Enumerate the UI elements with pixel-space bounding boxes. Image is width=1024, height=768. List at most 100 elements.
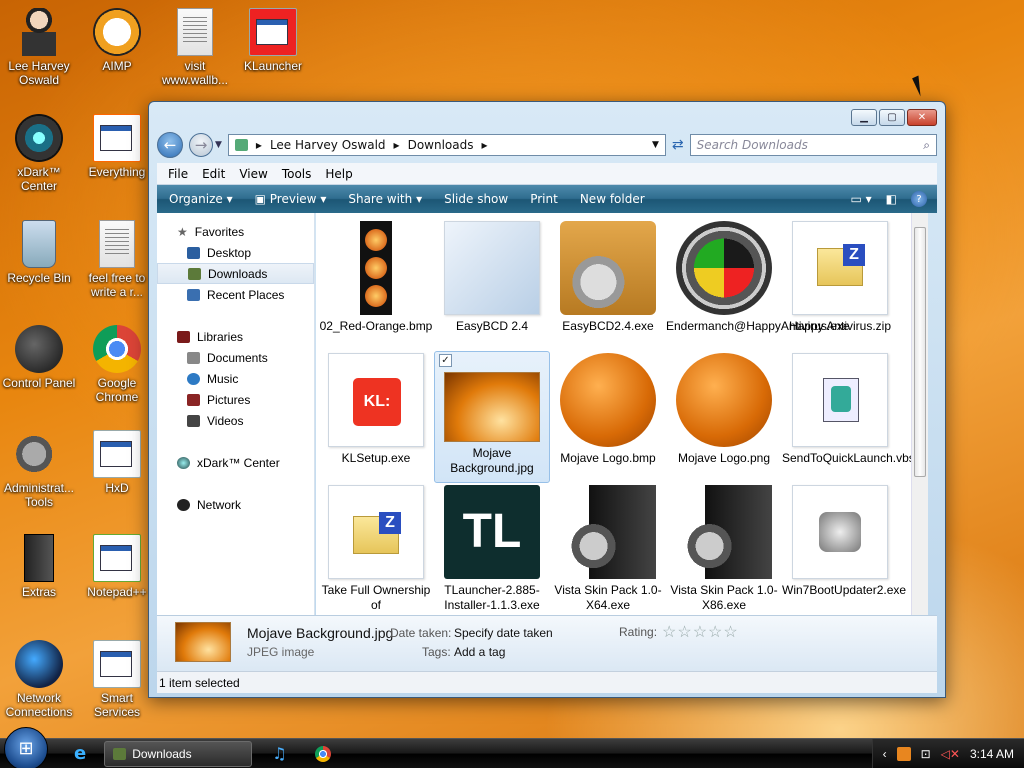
preview-button[interactable]: ▣ Preview ▾ [245,192,337,206]
start-button[interactable]: ⊞ [4,726,48,768]
back-button[interactable]: ← [157,132,183,158]
desktop-icon-notepadpp[interactable]: Notepad++ [78,534,156,599]
clock[interactable]: 3:14 AM [970,747,1014,761]
file-item-selected[interactable]: ✓ Mojave Background.jpg [434,351,550,483]
file-item[interactable]: TL TLauncher-2.885-Installer-1.1.3.exe [434,483,550,613]
maximize-button[interactable]: ▢ [879,109,905,126]
close-button[interactable]: ✕ [907,109,937,126]
desktop-icon-extras[interactable]: Extras [0,534,78,599]
nav-network[interactable]: Network [157,494,314,515]
breadcrumb-separator-icon[interactable]: ▸ [481,138,487,152]
boot-updater-icon [792,485,888,579]
organize-button[interactable]: Organize ▾ [159,192,243,206]
print-button[interactable]: Print [520,192,568,206]
forward-button[interactable]: → [189,133,213,157]
file-item[interactable]: KL: KLSetup.exe [318,351,434,466]
desktop-icon-everything[interactable]: Everything [78,114,156,179]
desktop-icon-xdark-center[interactable]: xDark™ Center [0,114,78,193]
tray-app-icon[interactable] [896,746,911,761]
desktop-icon-google-chrome[interactable]: Google Chrome [78,325,156,404]
scrollbar-thumb[interactable] [914,227,926,477]
file-item[interactable]: SendToQuickLaunch.vbs [782,351,915,466]
nav-libraries[interactable]: Libraries [157,326,314,347]
menu-view[interactable]: View [232,167,274,181]
file-item[interactable]: Mojave Logo.bmp [550,351,666,466]
rating-label: Rating: [619,625,658,639]
desktop-icon-control-panel[interactable]: Control Panel [0,325,78,390]
recent-places-icon [187,288,200,301]
nav-videos[interactable]: Videos [157,410,314,431]
tags-value[interactable]: Add a tag [454,645,505,659]
menu-help[interactable]: Help [318,167,359,181]
smart-services-icon [93,640,141,688]
klauncher-icon [249,8,297,56]
desktop-icon-aimp[interactable]: AIMP [78,8,156,73]
address-bar[interactable]: ▸ Lee Harvey Oswald ▸ Downloads ▸ ▼ [227,134,666,156]
slide-show-button[interactable]: Slide show [434,192,518,206]
network-status-icon[interactable]: ⊡ [921,747,931,761]
selection-checkbox[interactable]: ✓ [439,354,452,367]
desktop-icon-feel-free[interactable]: feel free to write a r... [78,220,156,299]
file-item[interactable]: Vista Skin Pack 1.0-X64.exe [550,483,666,613]
file-item[interactable]: EasyBCD2.4.exe [550,219,666,334]
file-item[interactable]: Z Happy Antivirus.zip [782,219,898,334]
share-with-button[interactable]: Share with ▾ [338,192,432,206]
document-icon [177,8,213,56]
menu-tools[interactable]: Tools [275,167,319,181]
breadcrumb-separator-icon[interactable]: ▸ [256,138,262,152]
nav-desktop[interactable]: Desktop [157,242,314,263]
breadcrumb-lee-harvey-oswald[interactable]: Lee Harvey Oswald [270,138,386,152]
address-history-dropdown-icon[interactable]: ▼ [652,140,659,150]
folder-icon [24,534,54,582]
search-input[interactable]: Search Downloads ⌕ [689,134,937,156]
date-taken-value[interactable]: Specify date taken [454,626,553,640]
rating-stars[interactable]: ☆☆☆☆☆ [662,622,739,642]
breadcrumb-downloads[interactable]: Downloads [408,138,474,152]
desktop-icon-recycle-bin[interactable]: Recycle Bin [0,220,78,285]
nav-documents[interactable]: Documents [157,347,314,368]
file-item[interactable]: Mojave Logo.png [666,351,782,466]
nav-recent-places[interactable]: Recent Places [157,284,314,305]
desktop-icon-visit-link[interactable]: visit www.wallb... [156,8,234,87]
file-item[interactable]: 02_Red-Orange.bmp [318,219,434,334]
preview-pane-icon[interactable]: ◧ [886,192,897,206]
recycle-bin-icon [22,220,56,268]
windows-logo-icon: ⊞ [18,738,34,759]
nav-pictures[interactable]: Pictures [157,389,314,410]
xdark-center-icon [177,456,190,469]
show-hidden-icons-icon[interactable]: ‹ [883,747,887,761]
nav-downloads[interactable]: Downloads [157,263,314,284]
desktop-icon-admin-tools[interactable]: Administrat... Tools [0,430,78,509]
menu-edit[interactable]: Edit [195,167,232,181]
desktop-icon-network-connections[interactable]: Network Connections [0,640,78,719]
desktop-icon-smart-services[interactable]: Smart Services [78,640,156,719]
vertical-scrollbar[interactable] [911,213,928,615]
volume-muted-icon[interactable]: ◁✕ [941,747,960,761]
desktop-icon-lee-harvey-oswald[interactable]: Lee Harvey Oswald [0,8,78,87]
recent-pages-dropdown-icon[interactable]: ▼ [215,140,222,150]
change-view-icon[interactable]: ▭ ▾ [850,192,871,206]
search-icon[interactable]: ⌕ [923,138,930,153]
file-item[interactable]: EasyBCD 2.4 [434,219,550,334]
file-item[interactable]: Z Take Full Ownership of [318,483,434,613]
internet-explorer-icon[interactable]: e [74,743,86,764]
file-item[interactable]: Vista Skin Pack 1.0-X86.exe [666,483,782,613]
music-player-icon[interactable]: ♫ [272,744,286,763]
chrome-icon[interactable] [314,745,331,762]
nav-favorites[interactable]: ★ Favorites [157,221,314,242]
desktop-icon-hxd[interactable]: HxD [78,430,156,495]
minimize-button[interactable]: ▁ [851,109,877,126]
breadcrumb-separator-icon[interactable]: ▸ [394,138,400,152]
file-item[interactable]: Win7BootUpdater2.exe [782,483,906,598]
new-folder-button[interactable]: New folder [570,192,655,206]
menu-file[interactable]: File [161,167,195,181]
preview-image-icon: ▣ [254,192,266,206]
refresh-icon[interactable]: ⇄ [672,137,684,153]
file-item[interactable]: Endermanch@HappyAntivirus.exe [666,219,850,334]
desktop-icon-klauncher[interactable]: KLauncher [234,8,312,73]
nav-xdark-center[interactable]: xDark™ Center [157,452,314,473]
help-icon[interactable]: ? [911,191,927,207]
taskbar-downloads-window[interactable]: Downloads [104,740,253,767]
skin-pack-installer-icon [560,485,656,579]
nav-music[interactable]: Music [157,368,314,389]
